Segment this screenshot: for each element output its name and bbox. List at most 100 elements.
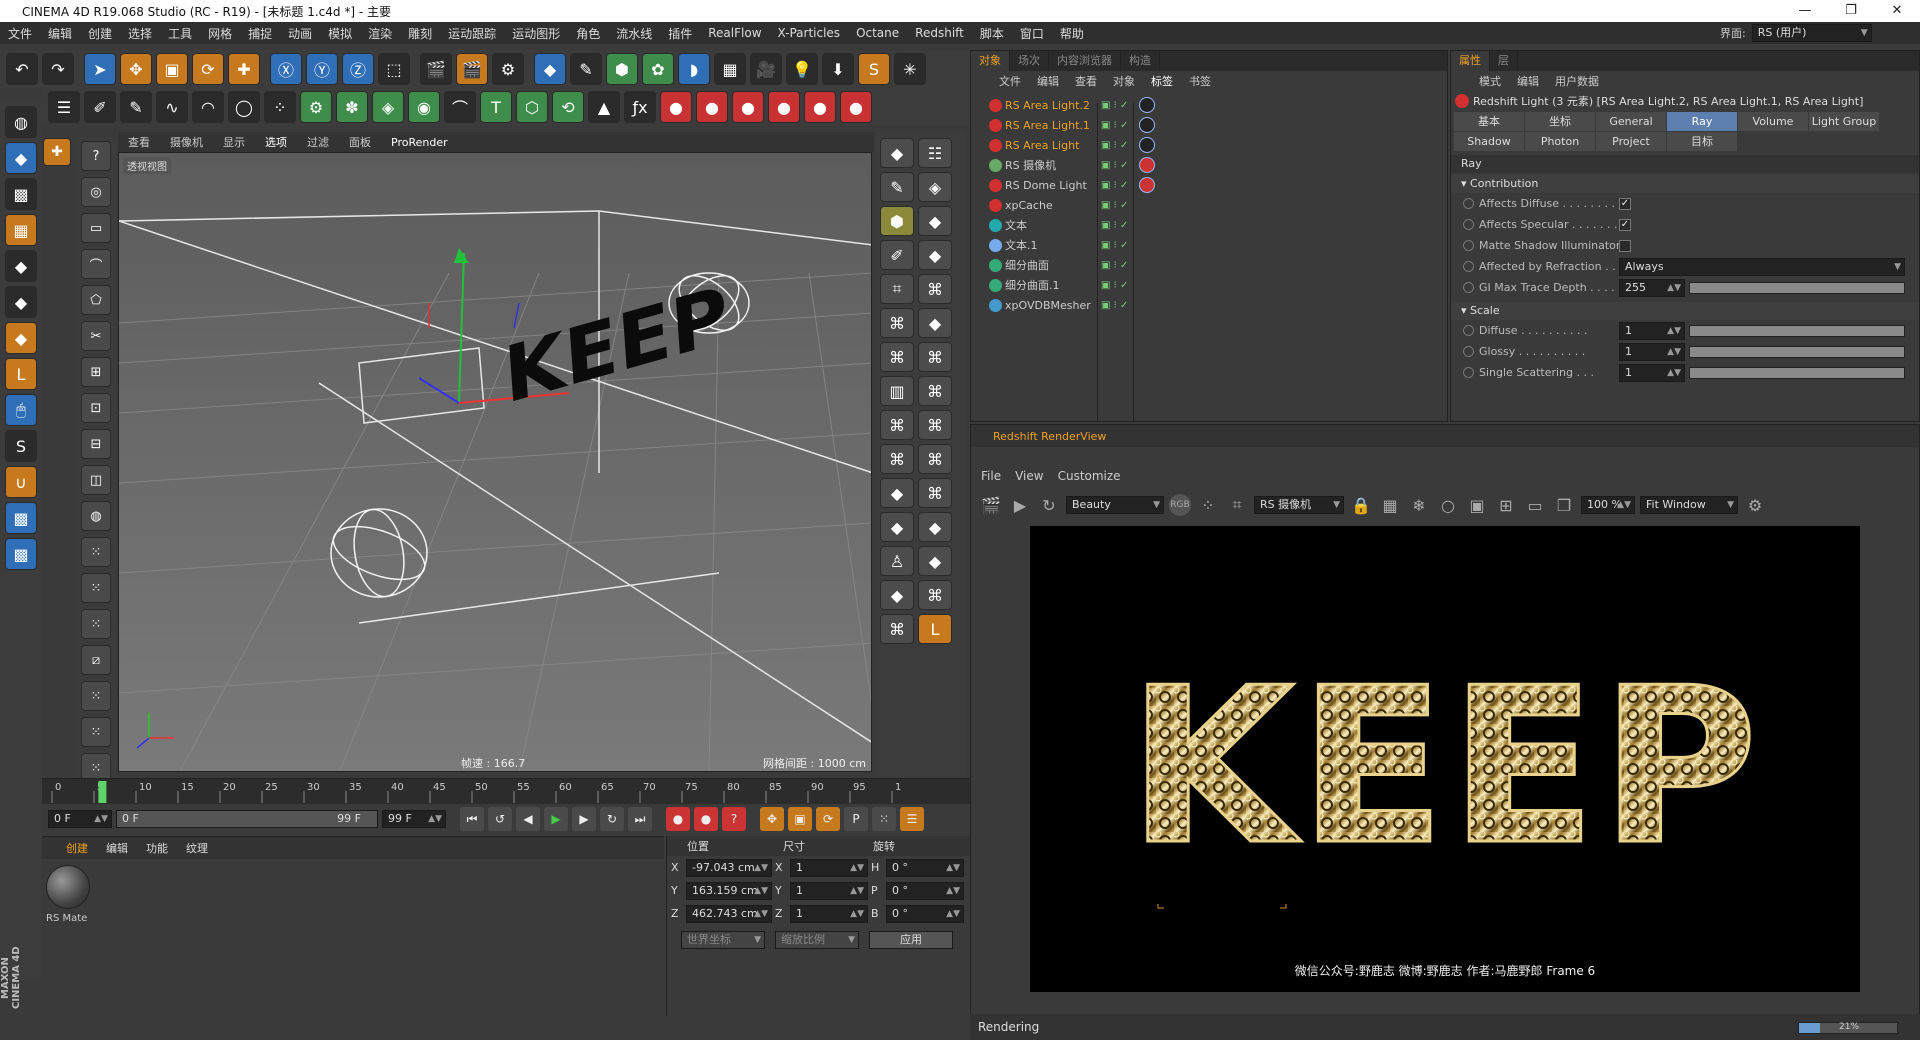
nurbs-icon[interactable]: ⚙ [300,91,332,123]
cube-wire-4-icon[interactable]: ◆ [880,478,914,508]
pose-10-icon[interactable]: ⌘ [918,478,952,508]
bevel-icon[interactable]: ⬡ [516,91,548,123]
rs-camera-icon[interactable]: ● [768,91,800,123]
coordinate-system-icon[interactable]: ⬚ [378,53,410,85]
object-row[interactable]: 细分曲面 ▣ ⁝ ✓ [971,255,1447,275]
scale-field[interactable]: 1 ▲▼ [1619,342,1685,361]
attr-tab2-btn-2[interactable]: Project [1596,132,1666,151]
sphere-tool-icon[interactable]: ◍ [81,501,111,531]
attribute-menu-2[interactable]: 用户数据 [1547,73,1607,89]
coord-size-field[interactable]: 1 ▲▼ [790,904,868,923]
menu-item-17[interactable]: X-Particles [770,26,849,40]
cube-wire-icon[interactable]: ◆ [918,206,952,236]
cube-wire-7-icon[interactable]: ◆ [918,546,952,576]
go-to-start-icon[interactable]: ⏮ [460,807,484,831]
anim-dot[interactable] [1463,325,1474,336]
help-icon[interactable]: ? [81,141,111,171]
model-mode-icon[interactable]: ◆ [5,142,37,174]
material-menu-0[interactable]: 创建 [66,840,88,856]
grid-points-4-icon[interactable]: ⁙ [81,681,111,711]
attribute-tab-1[interactable]: 层 [1490,51,1518,71]
array-icon[interactable]: ✿ [642,53,674,85]
visibility-check-icon[interactable]: ▣ ⁝ ✓ [1101,260,1128,271]
menu-item-1[interactable]: 编辑 [40,25,80,42]
snapshot-icon[interactable]: ⁘ [1196,493,1220,517]
refresh-icon[interactable]: ↻ [1037,493,1061,517]
menu-item-18[interactable]: Octane [848,26,907,40]
light-icon[interactable]: 💡 [786,53,818,85]
grid-points-5-icon[interactable]: ⁙ [81,717,111,747]
scale-group[interactable]: ▾ Scale [1451,302,1919,320]
render-view-icon[interactable]: 🎬 [420,53,452,85]
menu-item-14[interactable]: 流水线 [608,25,660,42]
pose-9-icon[interactable]: ⌘ [918,444,952,474]
visibility-check-icon[interactable]: ▣ ⁝ ✓ [1101,120,1128,131]
object-menu-4[interactable]: 标签 [1143,73,1181,89]
globe-icon[interactable]: ◍ [5,106,37,138]
polygon-selection-icon[interactable]: ⬠ [81,285,111,315]
attr-tab2-btn-3[interactable]: 目标 [1667,132,1737,151]
redshift-tag-icon[interactable] [1139,117,1155,133]
polygons-mode-icon[interactable]: ◆ [5,322,37,354]
viewport-menu-1[interactable]: 摄像机 [160,134,213,150]
visibility-check-icon[interactable]: ▣ ⁝ ✓ [1101,140,1128,151]
attr-tab-btn-1[interactable]: 坐标 [1525,112,1595,131]
lathe-icon[interactable]: ◉ [408,91,440,123]
x-axis-icon[interactable]: Ⓧ [270,53,302,85]
menu-item-21[interactable]: 窗口 [1012,25,1052,42]
prev-key-icon[interactable]: ↺ [488,807,512,831]
viewport-menu-3[interactable]: 选项 [255,134,297,150]
maximize-button[interactable]: ❐ [1828,0,1874,22]
select-tool-icon[interactable]: ➤ [84,53,116,85]
pose-icon[interactable]: ⌘ [918,274,952,304]
visibility-check-icon[interactable]: ▣ ⁝ ✓ [1101,180,1128,191]
texture-mode-icon[interactable]: ▩ [5,178,37,210]
rs-ies-icon[interactable]: ● [840,91,872,123]
close-button[interactable]: ✕ [1874,0,1920,22]
cube-view-icon[interactable]: ◆ [880,138,914,168]
spline-sketch-icon[interactable]: ✎ [120,91,152,123]
timeline[interactable]: 051015202530354045505560657075808590951 … [42,778,970,830]
workplane-icon[interactable]: ▦ [5,214,37,246]
spline-pen-icon[interactable]: ✐ [84,91,116,123]
coord-pos-field[interactable]: 163.159 cm ▲▼ [686,881,772,900]
redshift-tag-icon[interactable] [1139,157,1155,173]
refraction-anim-dot[interactable] [1463,261,1474,272]
redshift-tag-icon[interactable] [1139,137,1155,153]
cube-wire-8-icon[interactable]: ◆ [880,580,914,610]
record-icon[interactable]: ● [666,807,690,831]
pose-5-icon[interactable]: ⌘ [918,376,952,406]
lock-icon[interactable]: 🔒 [1349,493,1373,517]
attr-tab-btn-4[interactable]: Volume [1738,112,1808,131]
bars-icon[interactable]: ▥ [880,376,914,406]
renderview-menu-0[interactable]: File [981,469,1001,483]
object-row[interactable]: RS Dome Light ▣ ⁝ ✓ [971,175,1447,195]
viewport-menu-0[interactable]: 查看 [118,134,160,150]
attribute-tab-0[interactable]: 属性 [1451,51,1490,71]
perspective-viewport[interactable]: KEEP 透视视图 帧速 : 166.7 网格间距 : 1000 cm [118,152,872,772]
contribution-checkbox[interactable] [1619,239,1631,252]
undo-icon[interactable]: ↶ [6,53,38,85]
object-row[interactable]: 文本 ▣ ⁝ ✓ [971,215,1447,235]
render-picture-viewer-icon[interactable]: 🎬 [456,53,488,85]
diagonal-icon[interactable]: ⧄ [81,645,111,675]
object-tab-0[interactable]: 对象 [971,51,1010,71]
pose-12-icon[interactable]: ⌘ [880,614,914,644]
renderview-menu-2[interactable]: Customize [1058,469,1121,483]
key-pla-icon[interactable]: ⁙ [872,807,896,831]
edges-mode-icon[interactable]: ◆ [5,286,37,318]
contribution-group[interactable]: ▾ Contribution [1451,175,1919,193]
object-row[interactable]: RS Area Light.2 ▣ ⁝ ✓ [971,95,1447,115]
figure-icon[interactable]: ♙ [880,546,914,576]
pose-4-icon[interactable]: ⌘ [918,342,952,372]
coord-space-dropdown[interactable]: 世界坐标 ▼ [681,931,765,949]
menu-item-4[interactable]: 工具 [160,25,200,42]
redshift-tag-icon[interactable] [1139,97,1155,113]
coord-rot-field[interactable]: 0 ° ▲▼ [886,904,964,923]
sculpt-icon[interactable]: ▲ [588,91,620,123]
object-tab-1[interactable]: 场次 [1010,51,1049,71]
grid-points-2-icon[interactable]: ⁙ [81,573,111,603]
renderview-settings-icon[interactable]: ⚙ [1743,493,1767,517]
workplane-align-icon[interactable]: ▩ [5,538,37,570]
key-param-icon[interactable]: P [844,807,868,831]
